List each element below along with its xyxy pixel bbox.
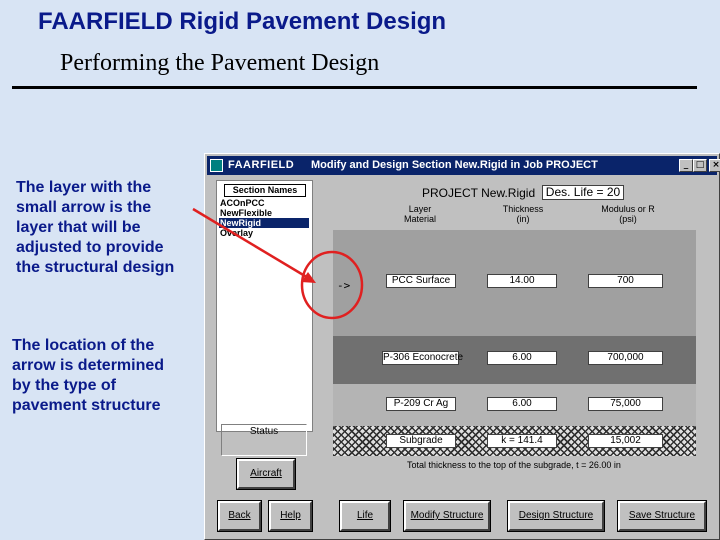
annotation-overlay [192, 207, 364, 320]
annotation-arrow-line [192, 207, 311, 281]
annotation-circle [300, 250, 364, 320]
